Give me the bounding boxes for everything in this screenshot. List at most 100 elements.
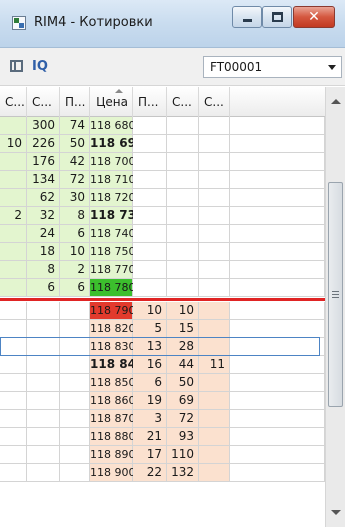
column-header-price[interactable]: Цена: [90, 87, 133, 117]
volume-cell[interactable]: 30: [60, 189, 90, 207]
volume-cell[interactable]: [133, 207, 167, 225]
volume-cell[interactable]: 10: [0, 135, 27, 153]
column-header[interactable]: С...: [0, 87, 27, 117]
empty-cell[interactable]: [230, 279, 325, 297]
empty-cell[interactable]: [230, 135, 325, 153]
volume-cell[interactable]: [167, 171, 199, 189]
volume-cell[interactable]: [199, 171, 230, 189]
bid-row[interactable]: 6 6 118 780: [0, 279, 325, 297]
volume-cell[interactable]: 3: [133, 410, 167, 428]
empty-cell[interactable]: [230, 356, 325, 374]
empty-cell[interactable]: [230, 189, 325, 207]
price-cell[interactable]: 118 780: [90, 279, 136, 297]
volume-cell[interactable]: [27, 374, 60, 392]
volume-cell[interactable]: [199, 302, 230, 320]
empty-cell[interactable]: [230, 320, 325, 338]
price-cell[interactable]: 118 700: [90, 153, 136, 171]
volume-cell[interactable]: [133, 135, 167, 153]
ask-row[interactable]: 118 870 3 72: [0, 410, 325, 428]
ask-row[interactable]: 118 880 21 93: [0, 428, 325, 446]
volume-cell[interactable]: [0, 338, 27, 356]
bid-row[interactable]: 300 74 118 680: [0, 117, 325, 135]
volume-cell[interactable]: [167, 117, 199, 135]
volume-cell[interactable]: 10: [133, 302, 167, 320]
volume-cell[interactable]: [167, 153, 199, 171]
volume-cell[interactable]: [199, 374, 230, 392]
volume-cell[interactable]: 176: [27, 153, 60, 171]
volume-cell[interactable]: 69: [167, 392, 199, 410]
price-cell[interactable]: 118 690: [90, 135, 144, 153]
volume-cell[interactable]: [0, 410, 27, 428]
volume-cell[interactable]: 93: [167, 428, 199, 446]
column-header[interactable]: С...: [167, 87, 199, 117]
volume-cell[interactable]: [27, 410, 60, 428]
volume-cell[interactable]: 44: [167, 356, 199, 374]
volume-cell[interactable]: [0, 302, 27, 320]
volume-cell[interactable]: [0, 225, 27, 243]
volume-cell[interactable]: 42: [60, 153, 90, 171]
price-cell[interactable]: 118 820: [90, 320, 136, 338]
price-cell[interactable]: 118 860: [90, 392, 136, 410]
volume-cell[interactable]: [133, 243, 167, 261]
price-cell[interactable]: 118 730: [90, 207, 144, 225]
volume-cell[interactable]: [27, 302, 60, 320]
empty-cell[interactable]: [230, 225, 325, 243]
volume-cell[interactable]: 72: [60, 171, 90, 189]
empty-cell[interactable]: [230, 243, 325, 261]
volume-cell[interactable]: [0, 117, 27, 135]
volume-cell[interactable]: 10: [167, 302, 199, 320]
volume-cell[interactable]: [199, 320, 230, 338]
bid-row[interactable]: 134 72 118 710: [0, 171, 325, 189]
volume-cell[interactable]: [60, 428, 90, 446]
volume-cell[interactable]: 24: [27, 225, 60, 243]
price-cell[interactable]: 118 710: [90, 171, 136, 189]
volume-cell[interactable]: [60, 356, 90, 374]
volume-cell[interactable]: 62: [27, 189, 60, 207]
volume-cell[interactable]: [60, 338, 90, 356]
price-cell[interactable]: 118 890: [90, 446, 136, 464]
volume-cell[interactable]: 8: [60, 207, 90, 225]
volume-cell[interactable]: 2: [60, 261, 90, 279]
volume-cell[interactable]: 10: [60, 243, 90, 261]
volume-cell[interactable]: [60, 302, 90, 320]
empty-cell[interactable]: [230, 171, 325, 189]
bid-row[interactable]: 18 10 118 750: [0, 243, 325, 261]
volume-cell[interactable]: [199, 117, 230, 135]
volume-cell[interactable]: 110: [167, 446, 199, 464]
volume-cell[interactable]: 50: [60, 135, 90, 153]
empty-cell[interactable]: [230, 374, 325, 392]
volume-cell[interactable]: 300: [27, 117, 60, 135]
volume-cell[interactable]: 72: [167, 410, 199, 428]
account-select[interactable]: FT00001: [203, 56, 342, 78]
volume-cell[interactable]: [199, 261, 230, 279]
empty-cell[interactable]: [230, 446, 325, 464]
volume-cell[interactable]: [199, 243, 230, 261]
ask-row[interactable]: 118 830 13 28: [0, 338, 325, 356]
volume-cell[interactable]: 32: [27, 207, 60, 225]
price-cell[interactable]: 118 680: [90, 117, 136, 135]
volume-cell[interactable]: [133, 279, 167, 297]
price-cell[interactable]: 118 850: [90, 374, 136, 392]
volume-cell[interactable]: 5: [133, 320, 167, 338]
volume-cell[interactable]: [60, 392, 90, 410]
volume-cell[interactable]: [199, 428, 230, 446]
minimize-button[interactable]: [232, 6, 262, 28]
ask-row[interactable]: 118 900 22 132: [0, 464, 325, 482]
volume-cell[interactable]: [0, 374, 27, 392]
column-header[interactable]: С...: [27, 87, 60, 117]
volume-cell[interactable]: [60, 464, 90, 482]
volume-cell[interactable]: 22: [133, 464, 167, 482]
volume-cell[interactable]: [0, 446, 27, 464]
volume-cell[interactable]: [199, 464, 230, 482]
bid-row[interactable]: 176 42 118 700: [0, 153, 325, 171]
volume-cell[interactable]: 2: [0, 207, 27, 225]
volume-cell[interactable]: [0, 356, 27, 374]
empty-cell[interactable]: [230, 338, 325, 356]
price-cell[interactable]: 118 740: [90, 225, 136, 243]
volume-cell[interactable]: 28: [167, 338, 199, 356]
chevron-down-icon[interactable]: [328, 65, 336, 70]
ask-row[interactable]: 118 840 16 44 11: [0, 356, 325, 374]
volume-cell[interactable]: 50: [167, 374, 199, 392]
bid-row[interactable]: 2 32 8 118 730: [0, 207, 325, 225]
bid-row[interactable]: 10 226 50 118 690: [0, 135, 325, 153]
